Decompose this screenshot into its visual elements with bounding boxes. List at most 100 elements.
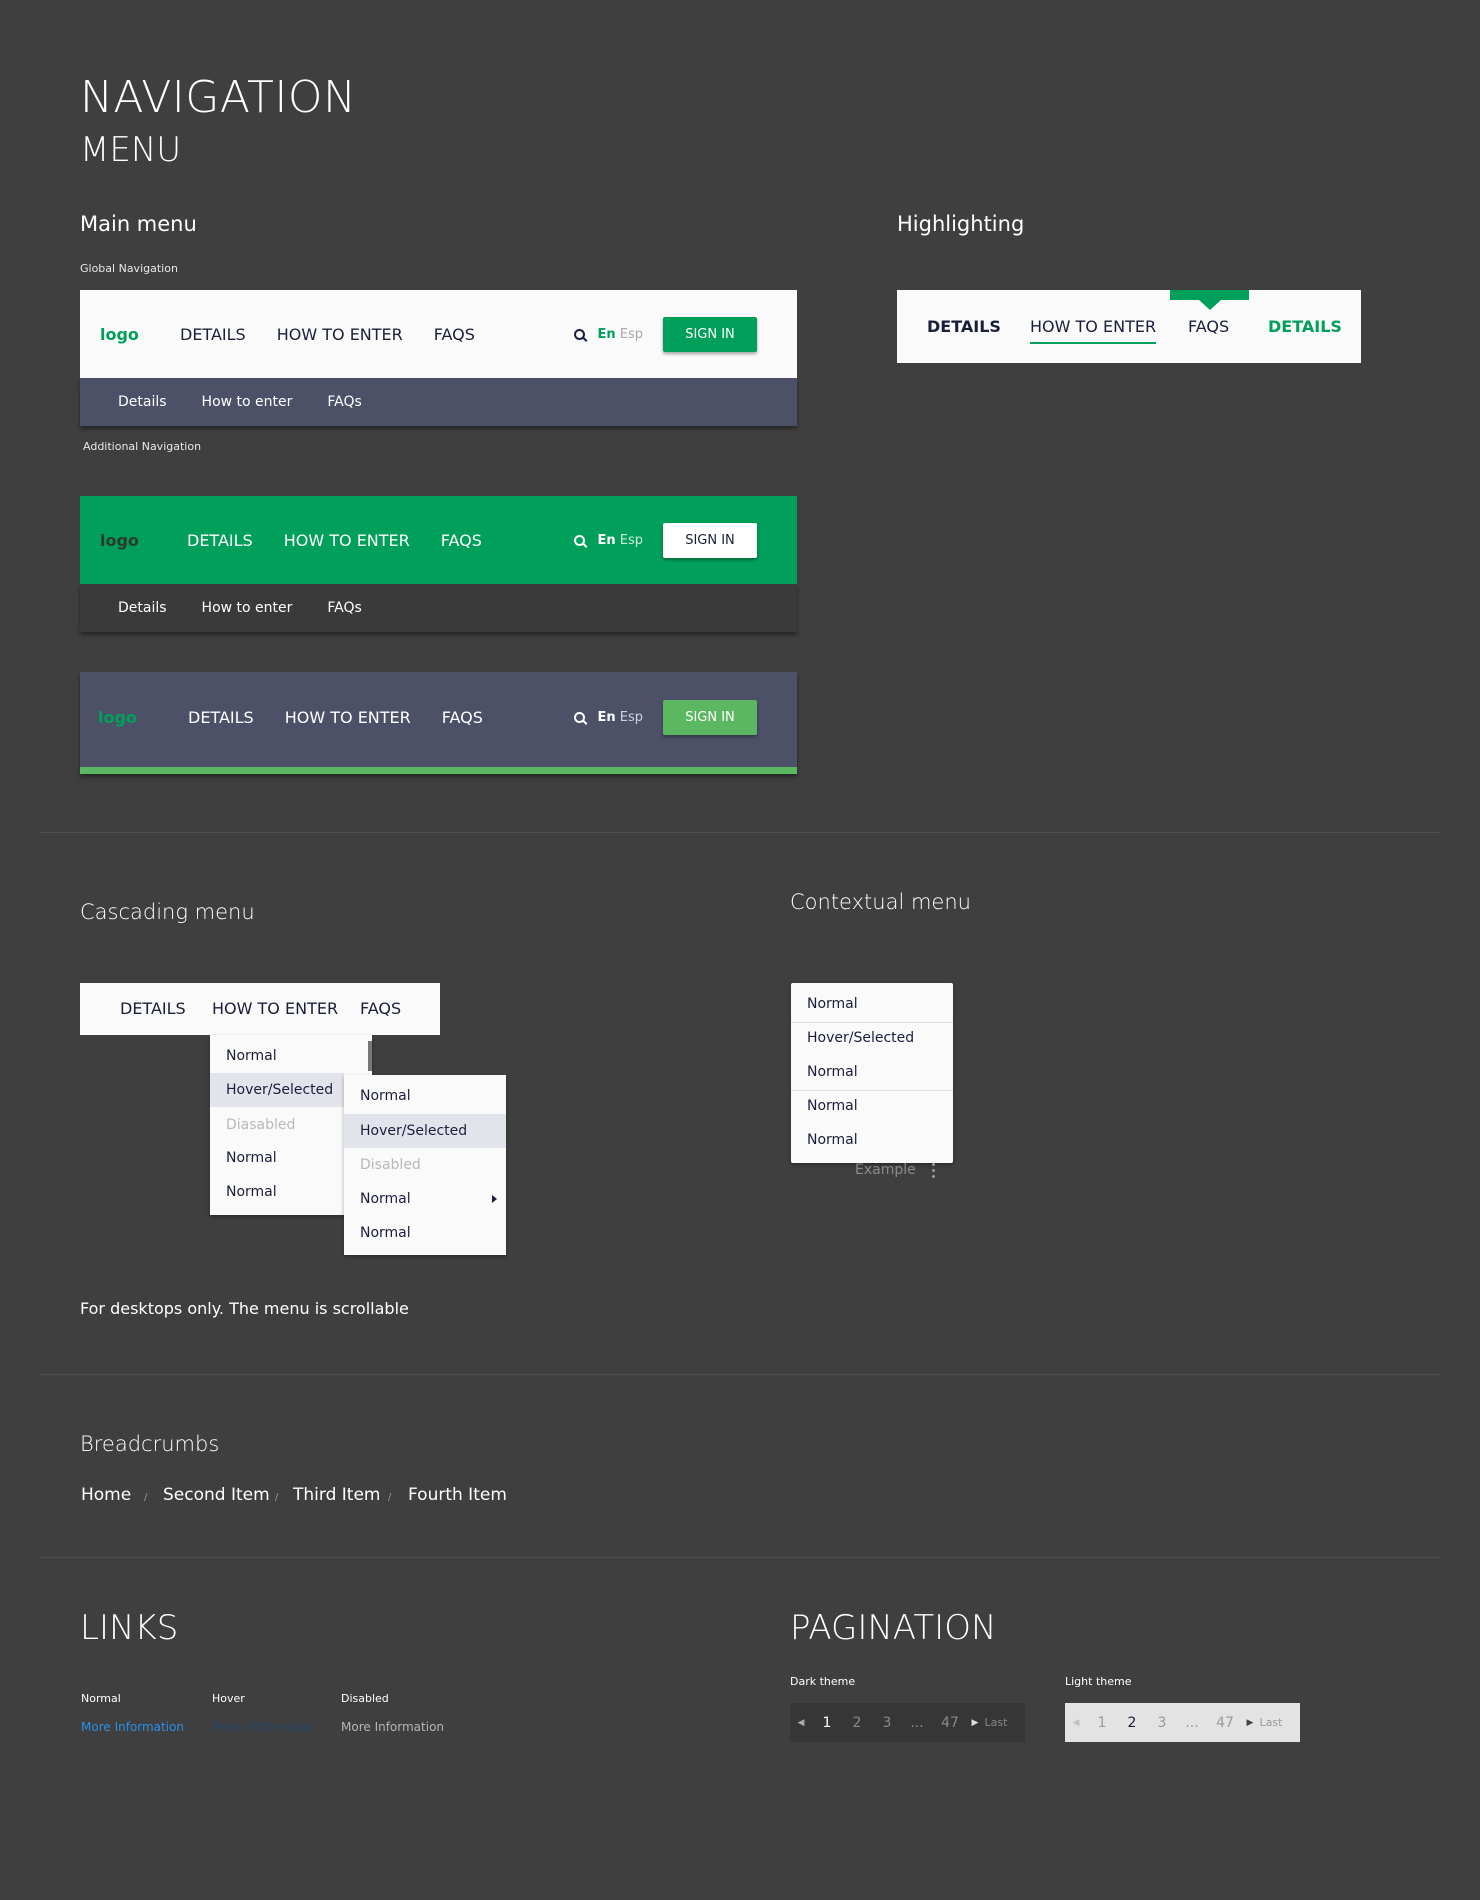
page-link[interactable]: 1 — [1087, 1715, 1117, 1731]
breadcrumb-item-fourth[interactable]: Fourth Item — [408, 1485, 507, 1505]
dark-theme-label: Dark theme — [790, 1675, 856, 1688]
lang-esp[interactable]: Esp — [620, 327, 643, 342]
lang-esp[interactable]: Esp — [620, 710, 643, 725]
main-navbar-green: logo DETAILS HOW TO ENTER FAQS En Esp SI… — [80, 496, 797, 584]
link-label-disabled: Disabled — [341, 1692, 389, 1705]
subnav-item-details[interactable]: Details — [118, 600, 167, 616]
logo[interactable]: logo — [100, 325, 180, 344]
subnav-item-how-to-enter[interactable]: How to enter — [202, 394, 293, 410]
links-title: LINKS — [80, 1608, 179, 1648]
breadcrumb-item-second[interactable]: Second Item — [163, 1485, 270, 1505]
breadcrumbs-heading: Breadcrumbs — [80, 1432, 220, 1456]
casc-item-faqs[interactable]: FAQS — [360, 999, 401, 1018]
next-arrow-icon[interactable]: ▶ — [968, 1718, 982, 1728]
section-divider — [40, 1374, 1440, 1375]
nav-item-faqs[interactable]: FAQS — [442, 708, 483, 727]
prev-arrow-icon[interactable]: ◀ — [1065, 1718, 1087, 1728]
nav-item-how-to-enter[interactable]: HOW TO ENTER — [284, 531, 410, 550]
next-arrow-icon[interactable]: ▶ — [1243, 1718, 1257, 1728]
menu-item-normal[interactable]: Normal — [344, 1079, 506, 1113]
contextual-menu: Normal Hover/Selected Normal Normal Norm… — [791, 983, 953, 1163]
nav-item-details[interactable]: DETAILS — [188, 708, 254, 727]
page-current[interactable]: 1 — [812, 1715, 842, 1731]
breadcrumb-separator: / — [275, 1492, 279, 1503]
hl-indicator-arrow — [1199, 300, 1221, 310]
ctx-item-normal[interactable]: Normal — [791, 1123, 953, 1157]
breadcrumb-item-third[interactable]: Third Item — [293, 1485, 380, 1505]
menu-item-hover[interactable]: Hover/Selected — [344, 1114, 506, 1148]
page-link[interactable]: 47 — [1207, 1715, 1243, 1731]
prev-arrow-icon[interactable]: ◀ — [790, 1718, 812, 1728]
more-vertical-icon[interactable] — [932, 1163, 936, 1178]
sub-navbar-dark: Details How to enter FAQs — [80, 584, 797, 632]
menu-item-hover[interactable]: Hover/Selected — [210, 1073, 344, 1107]
ctx-item-normal[interactable]: Normal — [791, 1055, 953, 1089]
lang-en[interactable]: En — [597, 533, 615, 548]
breadcrumb-separator: / — [144, 1492, 148, 1503]
nav-item-faqs[interactable]: FAQS — [441, 531, 482, 550]
breadcrumb-item-home[interactable]: Home — [81, 1485, 131, 1505]
section-divider — [40, 832, 1440, 833]
page-link[interactable]: 2 — [842, 1715, 872, 1731]
menu-item-normal[interactable]: Normal — [210, 1039, 372, 1073]
last-page-link[interactable]: Last — [982, 1716, 1010, 1729]
hl-item-details-green[interactable]: DETAILS — [1268, 317, 1342, 336]
hl-item-details-bold[interactable]: DETAILS — [927, 317, 1001, 336]
menu-item-normal-submenu[interactable]: Normal — [344, 1182, 506, 1216]
sign-in-button[interactable]: SIGN IN — [663, 700, 757, 735]
menu-item-disabled: Disabled — [360, 1157, 421, 1173]
last-page-link[interactable]: Last — [1257, 1716, 1285, 1729]
scroll-note: For desktops only. The menu is scrollabl… — [80, 1299, 409, 1318]
menu-title: MENU — [80, 130, 182, 170]
menu-item-normal[interactable]: Normal — [344, 1216, 506, 1250]
link-normal[interactable]: More Information — [81, 1720, 184, 1734]
pagination-title: PAGINATION — [790, 1608, 997, 1648]
subnav-item-how-to-enter[interactable]: How to enter — [202, 600, 293, 616]
highlighting-heading: Highlighting — [897, 212, 1025, 236]
main-navbar-light: logo DETAILS HOW TO ENTER FAQS En Esp SI… — [80, 290, 797, 378]
global-navigation-caption: Global Navigation — [80, 262, 178, 275]
sign-in-button[interactable]: SIGN IN — [663, 522, 757, 558]
submenu-arrow-icon — [492, 1195, 497, 1203]
subnav-item-faqs[interactable]: FAQs — [327, 394, 361, 410]
sign-in-button[interactable]: SIGN IN — [663, 316, 757, 352]
cascading-heading: Cascading menu — [80, 900, 255, 924]
link-disabled: More Information — [341, 1720, 445, 1734]
hl-indicator-tab — [1170, 290, 1249, 300]
subnav-item-details[interactable]: Details — [118, 394, 167, 410]
ctx-item-normal[interactable]: Normal — [791, 987, 953, 1021]
main-navbar-slate: logo DETAILS HOW TO ENTER FAQS En Esp SI… — [80, 672, 797, 774]
menu-scrollbar[interactable] — [368, 1041, 372, 1071]
page-link[interactable]: 3 — [1147, 1715, 1177, 1731]
page-link[interactable]: 47 — [932, 1715, 968, 1731]
search-icon[interactable] — [574, 534, 586, 546]
page-current[interactable]: 2 — [1117, 1715, 1147, 1731]
nav-item-details[interactable]: DETAILS — [187, 531, 253, 550]
search-icon[interactable] — [574, 328, 586, 340]
hl-item-how-to-enter-underlined[interactable]: HOW TO ENTER — [1030, 317, 1157, 344]
section-divider — [40, 1557, 1440, 1558]
logo[interactable]: logo — [98, 708, 178, 727]
ctx-item-normal[interactable]: Normal — [791, 1089, 953, 1123]
link-label-hover: Hover — [212, 1692, 245, 1705]
nav-item-how-to-enter[interactable]: HOW TO ENTER — [285, 708, 411, 727]
logo[interactable]: logo — [100, 531, 180, 550]
hl-item-faqs[interactable]: FAQS — [1188, 317, 1229, 336]
lang-esp[interactable]: Esp — [620, 533, 643, 548]
casc-item-how-to-enter[interactable]: HOW TO ENTER — [212, 999, 338, 1018]
lang-en[interactable]: En — [597, 327, 615, 342]
ctx-item-hover[interactable]: Hover/Selected — [791, 1021, 953, 1055]
nav-item-details[interactable]: DETAILS — [180, 325, 246, 344]
lang-en[interactable]: En — [597, 710, 615, 725]
additional-navigation-caption: Additional Navigation — [83, 440, 202, 453]
page-ellipsis: ... — [910, 1714, 924, 1731]
subnav-item-faqs[interactable]: FAQs — [327, 600, 361, 616]
nav-item-faqs[interactable]: FAQS — [434, 325, 475, 344]
link-hover[interactable]: More Information — [212, 1720, 315, 1734]
light-theme-label: Light theme — [1065, 1675, 1132, 1688]
casc-item-details[interactable]: DETAILS — [120, 999, 186, 1018]
cascade-menu-level2: Normal Hover/Selected Disabled Normal No… — [344, 1075, 506, 1255]
search-icon[interactable] — [574, 712, 586, 723]
nav-item-how-to-enter[interactable]: HOW TO ENTER — [277, 325, 403, 344]
page-link[interactable]: 3 — [872, 1715, 902, 1731]
